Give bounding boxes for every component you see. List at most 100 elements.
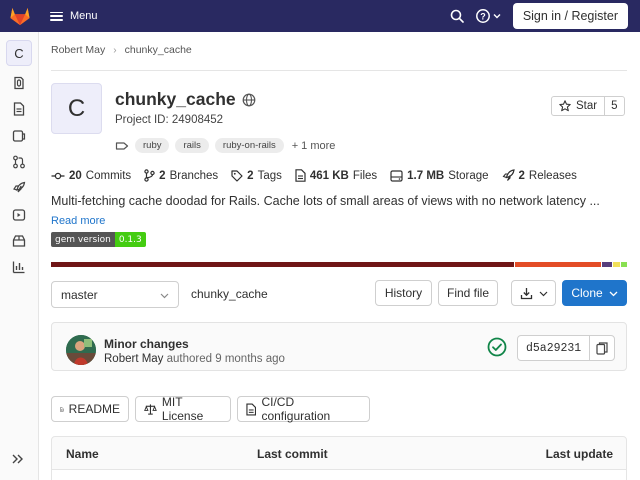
help-icon[interactable]: ? <box>475 6 503 26</box>
topic-badge[interactable]: ruby-on-rails <box>214 138 284 153</box>
language-segment[interactable] <box>51 262 514 267</box>
files-stat[interactable]: 461 KB Files <box>295 169 377 182</box>
topic-badge[interactable]: rails <box>175 138 209 153</box>
sign-in-register-button[interactable]: Sign in / Register <box>512 3 628 29</box>
license-label: MIT License <box>161 395 204 423</box>
commit-meta: Robert May authored 9 months ago <box>104 353 285 365</box>
badge-value: 0.1.3 <box>114 232 146 247</box>
sidebar: C <box>0 32 39 480</box>
file-icon <box>295 169 306 182</box>
commits-label: Commits <box>85 169 132 182</box>
storage-size: 1.7 MB <box>407 169 445 182</box>
releases-label: Releases <box>528 169 577 182</box>
star-icon <box>559 100 571 112</box>
files-label: Files <box>352 169 378 182</box>
badge-label: gem version <box>51 232 115 247</box>
breadcrumb-owner-link[interactable]: Robert May <box>51 44 105 56</box>
collapse-sidebar-icon[interactable] <box>11 452 27 468</box>
issues-icon[interactable] <box>11 128 27 144</box>
merge-requests-icon[interactable] <box>11 154 27 170</box>
releases-stat[interactable]: 2 Releases <box>502 169 577 182</box>
project-stats: 20 Commits 2 Branches 2 Tags 461 KB Files 1.… <box>51 169 590 182</box>
project-overview-icon[interactable] <box>11 75 27 91</box>
branches-stat[interactable]: 2 Branches <box>144 169 218 182</box>
analytics-icon[interactable] <box>11 259 27 275</box>
project-topics: ruby rails ruby-on-rails + 1 more <box>115 138 335 153</box>
license-button[interactable]: MIT License <box>135 395 231 423</box>
cicd-label: CI/CD configuration <box>261 395 331 423</box>
top-navbar: Menu ? Sign in / Register <box>0 0 640 32</box>
last-commit-panel: Minor changes Robert May authored 9 mont… <box>51 322 627 371</box>
menu-button[interactable]: Menu <box>50 10 98 22</box>
star-count[interactable]: 5 <box>604 97 623 115</box>
tag-icon <box>231 169 243 182</box>
commit-sha-group: d5a29231 <box>517 335 616 361</box>
commit-time: authored 9 months ago <box>166 353 285 365</box>
page-title: chunky_cache <box>115 89 236 109</box>
readme-button[interactable]: README <box>51 396 129 422</box>
repository-path[interactable]: chunky_cache <box>191 287 268 301</box>
table-row <box>51 470 627 480</box>
packages-icon[interactable] <box>11 233 27 249</box>
breadcrumb-project-link[interactable]: chunky_cache <box>125 44 192 56</box>
copy-icon <box>596 341 608 355</box>
project-description: Multi-fetching cache doodad for Rails. C… <box>51 194 600 208</box>
language-segment[interactable] <box>621 262 627 267</box>
hamburger-icon <box>50 11 63 21</box>
scale-icon <box>144 403 157 415</box>
branch-selector[interactable]: master <box>51 281 179 308</box>
history-button[interactable]: History <box>375 280 432 306</box>
rocket-icon <box>502 169 515 181</box>
chevron-right-icon: › <box>113 44 117 56</box>
deployments-icon[interactable] <box>11 180 27 196</box>
branches-label: Branches <box>169 169 219 182</box>
doc-text-icon <box>60 406 64 412</box>
search-icon[interactable] <box>449 8 465 24</box>
storage-stat[interactable]: 1.7 MB Storage <box>390 169 489 182</box>
commit-author[interactable]: Robert May <box>104 353 163 365</box>
tags-count: 2 <box>247 169 254 182</box>
copy-sha-button[interactable] <box>589 336 614 360</box>
project-avatar-large: C <box>51 83 102 134</box>
tags-label: Tags <box>257 169 282 182</box>
pipeline-passed-icon[interactable] <box>487 337 507 357</box>
branch-icon <box>144 169 155 182</box>
monitor-icon[interactable] <box>11 207 27 223</box>
releases-count: 2 <box>518 169 525 182</box>
read-more-link[interactable]: Read more <box>51 215 105 227</box>
branches-count: 2 <box>159 169 166 182</box>
language-segment[interactable] <box>602 262 612 267</box>
project-avatar[interactable]: C <box>6 40 32 66</box>
commit-title[interactable]: Minor changes <box>104 337 189 351</box>
star-label: Star <box>576 100 598 112</box>
find-file-button[interactable]: Find file <box>438 280 498 306</box>
tags-stat[interactable]: 2 Tags <box>231 170 282 182</box>
language-segment[interactable] <box>613 262 620 267</box>
storage-icon <box>390 169 403 182</box>
file-table-header: Name Last commit Last update <box>51 436 627 470</box>
language-segment[interactable] <box>515 262 601 267</box>
gem-version-badge[interactable]: gem version 0.1.3 <box>51 232 146 247</box>
repository-icon[interactable] <box>11 101 27 117</box>
commits-stat[interactable]: 20 Commits <box>51 170 131 182</box>
star-button[interactable]: Star 5 <box>551 96 625 116</box>
menu-label: Menu <box>70 10 98 22</box>
column-header-last-commit: Last commit <box>257 447 328 461</box>
doc-text-icon <box>246 403 257 415</box>
topic-badge[interactable]: ruby <box>135 138 170 153</box>
project-id: Project ID: 24908452 <box>115 114 224 126</box>
globe-icon <box>242 93 256 107</box>
clone-button[interactable]: Clone <box>562 280 627 306</box>
readme-label: README <box>68 402 120 416</box>
commit-sha[interactable]: d5a29231 <box>518 336 589 360</box>
avatar[interactable] <box>66 335 96 365</box>
gitlab-logo-icon[interactable] <box>0 0 40 32</box>
files-size: 461 KB <box>309 169 349 182</box>
breadcrumb: Robert May › chunky_cache <box>51 44 192 56</box>
storage-label: Storage <box>448 169 489 182</box>
repository-languages-bar[interactable] <box>51 262 627 267</box>
download-button[interactable] <box>511 280 556 306</box>
cicd-configuration-button[interactable]: CI/CD configuration <box>237 395 370 423</box>
divider <box>51 70 627 71</box>
more-topics-link[interactable]: + 1 more <box>292 140 336 152</box>
